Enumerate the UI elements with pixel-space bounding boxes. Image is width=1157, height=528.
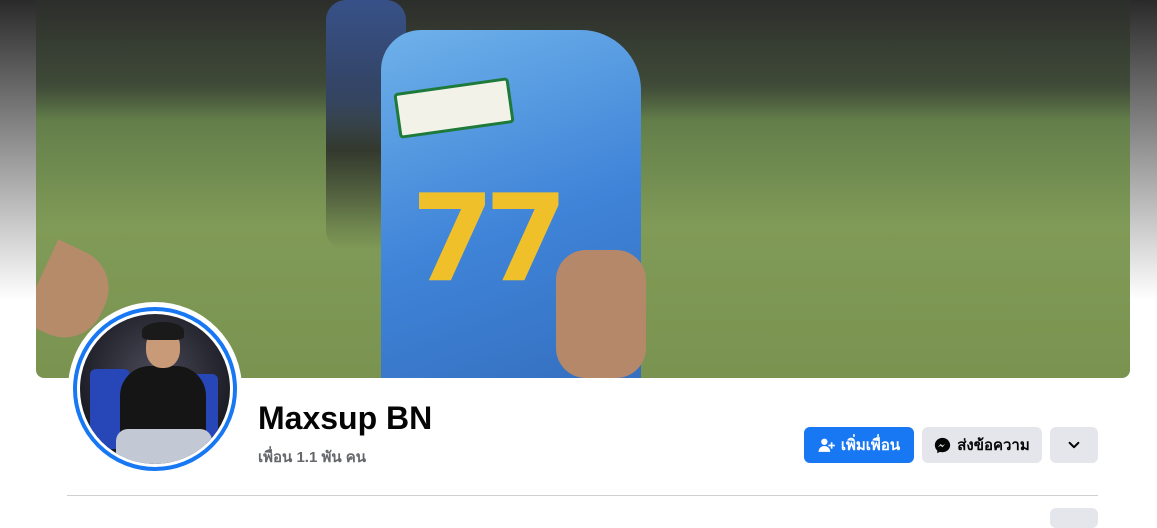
tabs-more-button[interactable]	[1050, 508, 1098, 528]
add-friend-label: เพิ่มเพื่อน	[840, 437, 901, 454]
add-friend-button[interactable]: เพิ่มเพื่อน	[804, 427, 914, 463]
more-options-button[interactable]	[1050, 427, 1098, 463]
profile-avatar[interactable]	[68, 302, 242, 476]
profile-divider	[67, 495, 1098, 496]
avatar-photo	[80, 314, 230, 464]
cover-jersey-number: 77	[411, 170, 568, 309]
avatar-story-ring	[73, 307, 237, 471]
cover-arm-right	[556, 250, 646, 378]
profile-name: Maxsup BN	[258, 400, 433, 436]
add-person-icon	[818, 437, 835, 454]
friends-count[interactable]: เพื่อน 1.1 พัน คน	[258, 445, 366, 469]
cover-jersey-sponsor	[393, 77, 515, 139]
avatar-hair	[142, 322, 184, 340]
messenger-icon	[934, 437, 951, 454]
message-label: ส่งข้อความ	[957, 437, 1030, 454]
avatar-legs	[116, 429, 212, 464]
chevron-down-icon	[1067, 438, 1081, 452]
message-button[interactable]: ส่งข้อความ	[922, 427, 1042, 463]
